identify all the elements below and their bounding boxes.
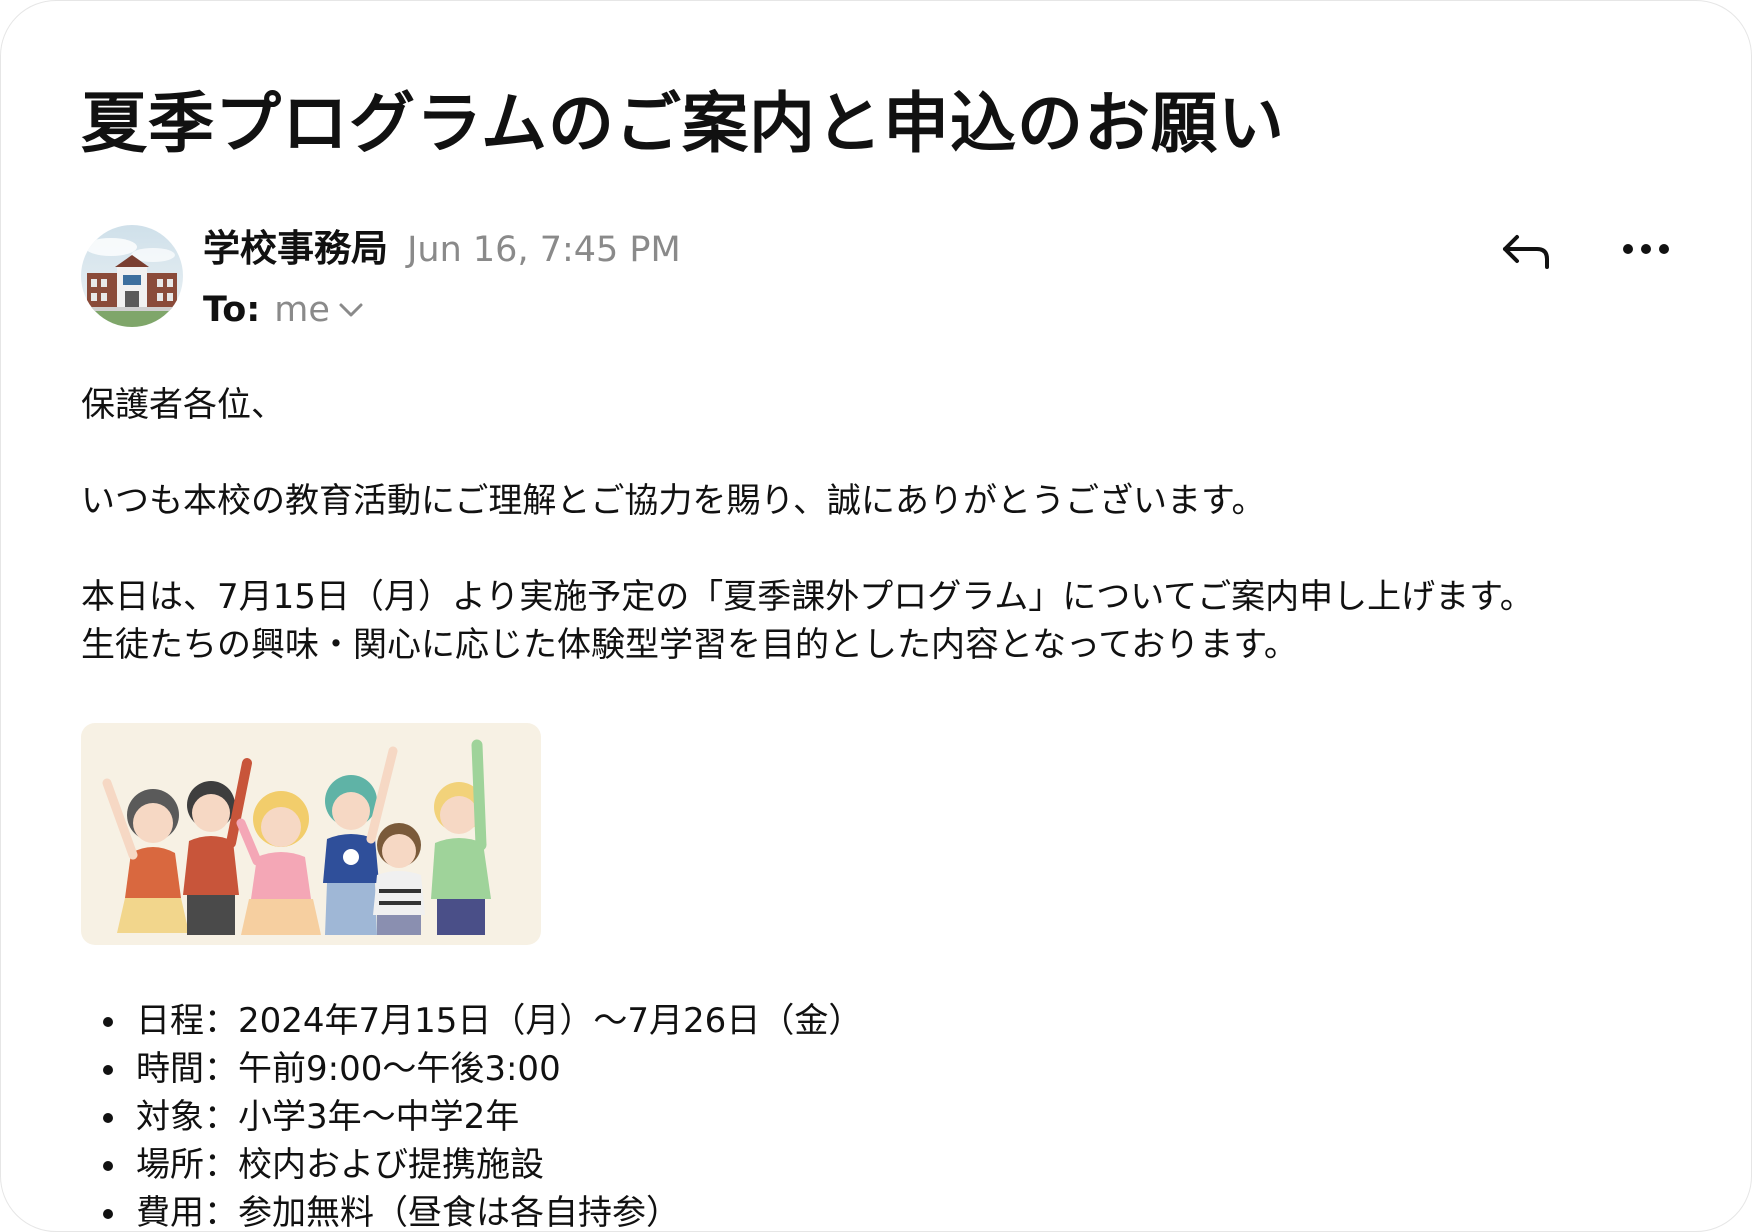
email-subject: 夏季プログラムのご案内と申込のお願い bbox=[81, 85, 1286, 162]
sender-name[interactable]: 学校事務局 bbox=[203, 227, 388, 270]
email-date: Jun 16, 7:45 PM bbox=[407, 230, 681, 270]
list-item: 場所：校内および提携施設 bbox=[81, 1141, 862, 1189]
list-item: 対象：小学3年〜中学2年 bbox=[81, 1093, 862, 1141]
body-paragraph-2-line-1: 本日は、7月15日（月）より実施予定の「夏季課外プログラム」についてご案内申し上… bbox=[81, 577, 1534, 617]
reply-icon bbox=[1503, 235, 1549, 269]
students-illustration[interactable] bbox=[81, 723, 541, 945]
recipients-toggle[interactable]: To: me bbox=[203, 285, 366, 335]
list-item: 費用：参加無料（昼食は各自持参） bbox=[81, 1189, 862, 1231]
sender-avatar[interactable] bbox=[81, 225, 183, 327]
list-item: 時間：午前9:00〜午後3:00 bbox=[81, 1045, 862, 1093]
to-label: To: bbox=[203, 290, 261, 330]
body-paragraph-2-line-2: 生徒たちの興味・関心に応じた体験型学習を目的とした内容となっております。 bbox=[81, 625, 1298, 665]
email-body: 保護者各位、 いつも本校の教育活動にご理解とご協力を賜り、誠にありがとうございま… bbox=[81, 381, 1681, 669]
program-details-list: 日程：2024年7月15日（月）〜7月26日（金） 時間：午前9:00〜午後3:… bbox=[81, 997, 862, 1231]
to-recipient: me bbox=[274, 290, 330, 330]
sender-line: 学校事務局 Jun 16, 7:45 PM bbox=[203, 225, 681, 273]
reply-button[interactable] bbox=[1493, 225, 1563, 285]
greeting-text: 保護者各位、 bbox=[81, 385, 285, 425]
chevron-down-icon bbox=[339, 303, 363, 317]
body-paragraph-1: いつも本校の教育活動にご理解とご協力を賜り、誠にありがとうございます。 bbox=[81, 481, 1266, 521]
email-view: 夏季プログラムのご案内と申込のお願い 学校事務局 Jun 16, 7:45 PM… bbox=[0, 0, 1752, 1232]
list-item: 日程：2024年7月15日（月）〜7月26日（金） bbox=[81, 997, 862, 1045]
more-options-button[interactable] bbox=[1611, 225, 1681, 285]
email-header: 学校事務局 Jun 16, 7:45 PM To: me bbox=[81, 225, 1681, 330]
students-illustration-image bbox=[81, 723, 541, 945]
school-building-icon bbox=[81, 225, 183, 327]
more-options-icon bbox=[1623, 244, 1669, 254]
